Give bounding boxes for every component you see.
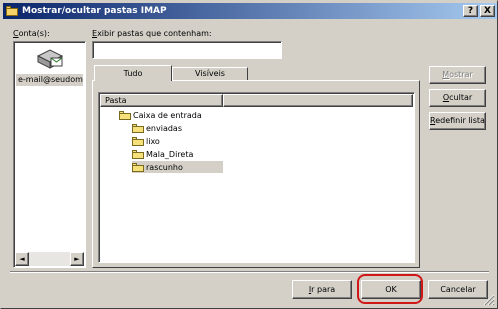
highlight-circle	[357, 274, 423, 304]
folder-tree[interactable]: Pasta Caixa de entrada enviadas lixo Mal…	[98, 92, 415, 263]
tree-row-label: Mala_Direta	[146, 149, 194, 159]
mostrar-button[interactable]: Mostrar	[429, 66, 486, 84]
redefinir-lista-button[interactable]: Redefinir lista	[429, 112, 486, 130]
resize-grip-icon[interactable]	[483, 294, 495, 306]
tree-row-label: rascunho	[146, 162, 183, 172]
folder-icon	[132, 149, 144, 159]
mail-account-icon	[36, 46, 64, 70]
column-header-pasta[interactable]: Pasta	[100, 94, 223, 107]
close-button[interactable]: X	[480, 5, 495, 17]
tab-visiveis[interactable]: Visíveis	[172, 67, 248, 80]
tree-row-label: enviadas	[146, 123, 182, 133]
folder-icon	[132, 123, 144, 133]
tree-header: Pasta	[100, 94, 413, 107]
scroll-right-icon[interactable]: ►	[70, 252, 84, 266]
tree-row-mala-direta[interactable]: Mala_Direta	[132, 148, 193, 160]
ocultar-button[interactable]: Ocultar	[429, 89, 486, 107]
tree-row-label: Caixa de entrada	[133, 110, 202, 120]
window-title: Mostrar/ocultar pastas IMAP	[22, 6, 167, 16]
scroll-left-icon[interactable]: ◄	[15, 252, 29, 266]
column-header-blank[interactable]	[223, 94, 413, 107]
cancel-button[interactable]: Cancelar	[428, 280, 488, 299]
tree-row-label: lixo	[146, 136, 160, 146]
help-button[interactable]: ?	[463, 5, 478, 17]
tab-tudo[interactable]: Tudo	[94, 65, 172, 81]
title-bar[interactable]: Mostrar/ocultar pastas IMAP ? X	[3, 3, 497, 19]
folder-icon	[132, 136, 144, 146]
inbox-folder-icon	[119, 110, 131, 120]
filter-label: Exibir pastas que contenham:	[92, 29, 212, 38]
tree-row-lixo[interactable]: lixo	[132, 135, 160, 147]
accounts-hscrollbar[interactable]: ◄ ►	[15, 252, 84, 266]
folder-icon	[6, 6, 18, 16]
tree-row-root[interactable]: Caixa de entrada	[119, 109, 202, 121]
tree-row-rascunho[interactable]: rascunho	[132, 161, 223, 173]
filter-input[interactable]	[92, 41, 282, 59]
tree-row-enviadas[interactable]: enviadas	[132, 122, 182, 134]
account-item[interactable]: e-mail@seudom...	[16, 74, 83, 86]
accounts-label: Conta(s):	[13, 29, 50, 38]
ir-para-button[interactable]: Ir para	[292, 280, 352, 299]
accounts-list[interactable]: e-mail@seudom... ◄ ►	[13, 41, 86, 268]
dialog-window: Mostrar/ocultar pastas IMAP ? X Conta(s)…	[0, 0, 498, 309]
folder-icon	[132, 162, 144, 172]
separator	[10, 271, 489, 273]
